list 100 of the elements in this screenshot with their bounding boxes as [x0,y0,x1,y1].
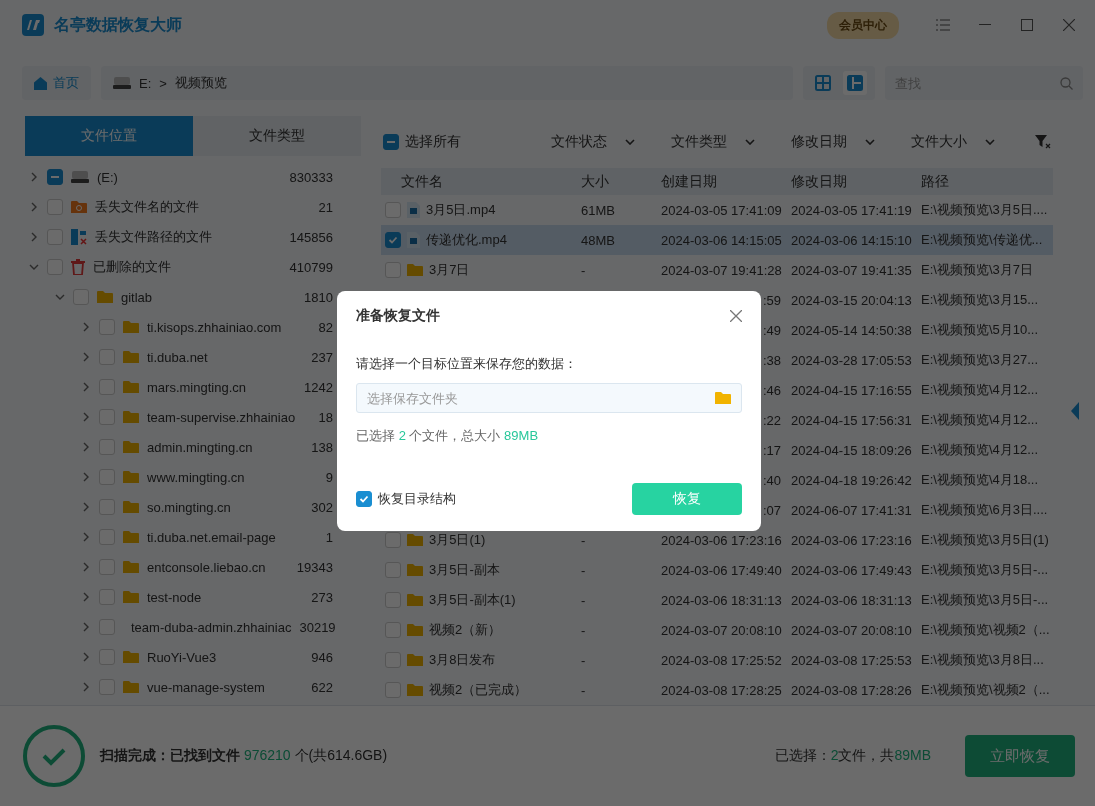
table-cell: :59 [762,292,781,308]
keep-structure-label[interactable]: 恢复目录结构 [378,490,456,508]
breadcrumb-item[interactable]: E: [139,75,152,91]
folder-icon [123,410,139,424]
chevron-icon[interactable] [55,292,65,302]
file-name[interactable]: 视频2（新） [429,621,502,639]
tree-item-label[interactable]: mars.mingting.cn [147,379,246,395]
file-name[interactable]: 3月5日-副本(1) [429,591,516,609]
table-cell: E:\视频预览\视频2（... [921,621,1051,639]
column-header[interactable]: 大小 [581,172,661,191]
collapse-arrow-icon[interactable] [1071,401,1079,420]
trash-icon [71,259,85,275]
search-icon[interactable] [1060,76,1073,90]
checkbox[interactable] [385,532,401,548]
recover-now-button[interactable]: 立即恢复 [965,735,1075,777]
filter-dropdown[interactable]: 文件状态 [543,133,663,151]
select-all-checkbox[interactable] [383,134,399,150]
folder-icon [123,470,139,484]
tree-item-label[interactable]: test-node [147,589,202,605]
recover-button[interactable]: 恢复 [632,483,742,515]
chevron-icon[interactable] [29,202,39,212]
tree-item-label[interactable]: 丢失文件路径的文件 [95,228,212,246]
file-name[interactable]: 3月8日发布 [429,651,496,669]
folder-icon [407,563,423,577]
tree-item-label[interactable]: gitlab [121,289,153,305]
tree-item-label[interactable]: entconsole.liebao.cn [147,559,266,575]
app-logo [22,14,44,36]
chevron-icon[interactable] [81,502,91,512]
chevron-icon[interactable] [81,532,91,542]
home-button[interactable]: 首页 [22,66,91,100]
checkmark-icon [359,494,369,504]
panel-tab[interactable]: 文件位置 [25,116,193,156]
chevron-icon[interactable] [81,442,91,452]
table-cell-text: 2024-03-05 17:41:19 [791,202,913,218]
keep-structure-checkbox[interactable] [356,491,372,507]
folder-icon [407,623,423,637]
tree-item-label[interactable]: so.mingting.cn [147,499,231,515]
file-count: 9 [325,469,333,485]
breadcrumb-item[interactable]: 视频预览 [174,74,227,92]
tree-item-label[interactable]: team-duba-admin.zhhainiac [131,619,292,635]
chevron-icon[interactable] [81,412,91,422]
dialog-title: 准备恢复文件 [356,307,440,325]
file-name[interactable]: 视频2（已完成） [429,681,528,699]
file-name[interactable]: 3月5日-副本 [429,561,500,579]
chevron-icon[interactable] [81,622,91,632]
chevron-icon[interactable] [81,592,91,602]
folder-icon [123,380,139,394]
chevron-icon[interactable] [81,322,91,332]
column-header[interactable]: 文件名 [381,172,581,191]
folder-icon [123,530,139,544]
tree-item-label[interactable]: vue-manage-system [147,679,265,695]
window-title: 名亭数据恢复大师 [54,14,183,35]
checkbox[interactable] [47,169,63,185]
chevron-icon[interactable] [81,382,91,392]
chevron-icon[interactable] [29,262,39,272]
file-name[interactable]: 3月7日 [429,261,470,279]
column-header[interactable]: 路径 [921,172,1051,191]
file-name[interactable]: 3月5日(1) [429,531,486,549]
table-cell-text: E:\视频预览\3月5日-... [921,591,1050,609]
selected-row[interactable]: 传递优化.mp4 48MB 2024-03-06 14:15:05 2024-03-06 14:15:10 E:\视频预览\传递优... [381,225,1053,255]
clear-filter-icon[interactable] [1035,135,1051,149]
table-cell-text: 2024-03-08 17:28:26 [791,682,913,698]
tree-item-label[interactable]: team-supervise.zhhainiao [147,409,296,425]
chevron-icon[interactable] [81,682,91,692]
table-cell-text: E:\视频预览\3月15... [921,291,1040,309]
table-cell: E:\视频预览\视频2（... [921,681,1051,699]
file-name[interactable]: 3月5日.mp4 [426,201,496,219]
file-count: 622 [311,679,333,695]
chevron-icon[interactable] [81,472,91,482]
column-header[interactable]: 修改日期 [791,172,921,191]
checkbox[interactable] [385,232,401,248]
filter-dropdown[interactable]: 文件类型 [663,133,783,151]
tree-item-label[interactable]: 丢失文件名的文件 [95,198,199,216]
tree-item-label[interactable]: www.mingting.cn [147,469,245,485]
tree-item-label[interactable]: ti.duba.net.email-page [147,529,276,545]
file-count: 830333 [289,169,333,185]
close-icon[interactable] [730,310,742,322]
table-cell-text: 2024-03-08 17:28:25 [661,682,783,698]
tree-item-label[interactable]: admin.mingting.cn [147,439,253,455]
member-center-button[interactable]: 会员中心 [827,11,899,39]
tree-item-label[interactable]: ti.kisops.zhhainiao.com [147,319,282,335]
tree-item-label[interactable]: (E:) [97,169,118,185]
chevron-icon[interactable] [81,652,91,662]
folder-icon [123,590,139,604]
list-view-button[interactable] [843,71,867,95]
tree-item-label[interactable]: 已删除的文件 [93,258,171,276]
chevron-icon[interactable] [81,352,91,362]
chevron-icon[interactable] [29,172,39,182]
column-header[interactable]: 创建日期 [661,172,791,191]
tree-item-label[interactable]: RuoYi-Vue3 [147,649,217,665]
select-all-label[interactable]: 选择所有 [405,133,461,151]
file-name[interactable]: 传递优化.mp4 [426,231,507,249]
filter-dropdown[interactable]: 文件大小 [903,133,1023,151]
filter-dropdown[interactable]: 修改日期 [783,133,903,151]
chevron-icon[interactable] [81,562,91,572]
table-cell-text: E:\视频预览\3月8日... [921,651,1045,669]
tree-item-label[interactable]: ti.duba.net [147,349,208,365]
chevron-icon[interactable] [29,232,39,242]
file-count: 1810 [304,289,333,305]
file-count: 410799 [289,259,333,275]
